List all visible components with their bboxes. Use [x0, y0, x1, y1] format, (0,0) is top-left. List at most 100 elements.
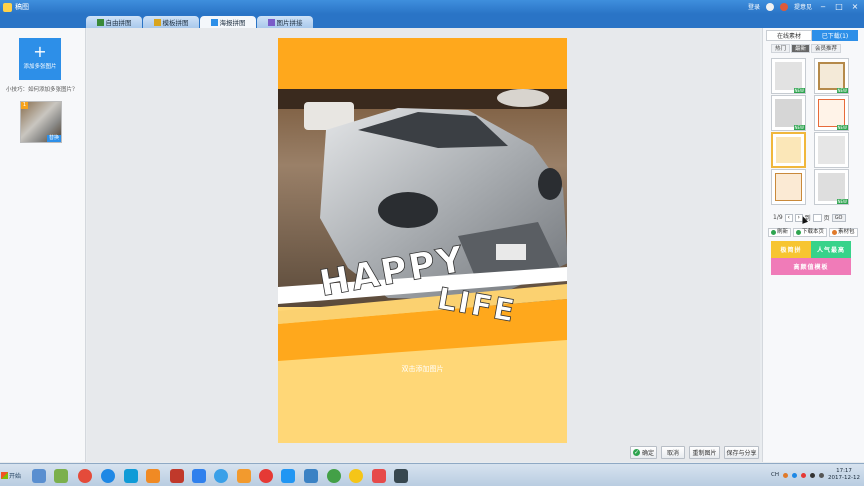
template-thumbnail[interactable]: NEW	[814, 58, 849, 94]
tab-label: 海报拼图	[219, 19, 246, 27]
volume-icon[interactable]	[819, 472, 825, 478]
window-title: 稿图	[15, 3, 29, 11]
download-page-label: 下载本页	[802, 229, 825, 235]
explorer-icon[interactable]	[32, 469, 46, 483]
template-thumbnail[interactable]	[814, 132, 849, 168]
template-thumbnail-selected[interactable]	[771, 132, 806, 168]
clock[interactable]: 17:17 2017-12-12	[828, 468, 860, 482]
windows-logo-icon	[1, 471, 8, 479]
subtab-newest[interactable]: 最新	[791, 44, 811, 53]
login-link[interactable]: 登录	[748, 2, 760, 11]
confirm-label: 确定	[641, 450, 654, 457]
tray-icon-4[interactable]	[810, 472, 816, 478]
refresh-button[interactable]: 刷新	[768, 228, 792, 237]
tab-label: 模板拼图	[162, 19, 189, 27]
tab-label: 自由拼图	[105, 19, 132, 27]
template-thumbnail[interactable]: NEW	[814, 169, 849, 205]
template-thumbnail[interactable]: NEW	[814, 95, 849, 131]
poster-canvas[interactable]: HAPPY LIFE 双击添加图片	[278, 38, 567, 443]
free-collage-icon	[96, 18, 104, 26]
template-thumbnail[interactable]: NEW	[771, 95, 806, 131]
page-number-input[interactable]	[812, 213, 822, 222]
subtab-member-picks[interactable]: 会员推荐	[811, 44, 842, 53]
new-tag: NEW	[793, 125, 805, 130]
confirm-button[interactable]: ✓ 确定	[630, 446, 657, 459]
template-thumbnail[interactable]	[771, 169, 806, 205]
cloud-icon[interactable]	[281, 469, 295, 483]
plus-icon: +	[33, 42, 47, 61]
template-thumbnail[interactable]: NEW	[771, 58, 806, 94]
tray-icon-2[interactable]	[792, 472, 798, 478]
material-subtabs: 热门 最新 会员推荐	[771, 44, 842, 53]
material-library-button[interactable]: 素材包	[829, 228, 858, 237]
download-page-button[interactable]: 下载本页	[793, 228, 828, 237]
prev-page-button[interactable]: ‹	[784, 213, 793, 222]
tab-poster-collage[interactable]: 海报拼图	[200, 16, 256, 28]
tab-free-collage[interactable]: 自由拼图	[86, 16, 142, 28]
start-button[interactable]: 开始	[1, 467, 23, 483]
tab-downloaded[interactable]: 已下载(1)	[812, 30, 858, 41]
tab-image-stitch[interactable]: 图片拼接	[257, 16, 313, 28]
page-suffix-label: 页	[823, 215, 830, 222]
tray-icon-1[interactable]	[783, 472, 789, 478]
add-images-button[interactable]: + 添加多张图片	[19, 38, 61, 80]
sogou-icon[interactable]	[101, 469, 115, 483]
maximize-icon[interactable]: □	[834, 2, 844, 11]
car-headlight-left	[378, 192, 438, 228]
add-images-label: 添加多张图片	[23, 64, 57, 70]
material-actions: 刷新 下载本页 素材包	[768, 228, 858, 237]
qq-browser-icon[interactable]	[214, 469, 228, 483]
cancel-button[interactable]: 取消	[661, 446, 685, 459]
mail-icon[interactable]	[304, 469, 318, 483]
tab-template-collage[interactable]: 模板拼图	[143, 16, 199, 28]
go-button[interactable]: GO	[831, 213, 846, 222]
tab-online-materials[interactable]: 在线素材	[766, 30, 812, 41]
close-icon[interactable]: ×	[850, 2, 860, 11]
cancel-label: 取消	[666, 450, 679, 457]
360-icon[interactable]	[327, 469, 341, 483]
background-car	[497, 89, 549, 107]
minimize-icon[interactable]: ‒	[818, 2, 828, 11]
reset-image-button[interactable]: 重制图片	[689, 446, 720, 459]
chrome-icon[interactable]	[78, 469, 92, 483]
folder-icon[interactable]	[54, 469, 68, 483]
title-bar: 稿图 登录 提意见 ‒ □ ×	[0, 0, 864, 14]
left-image-panel: + 添加多张图片 小技巧：如何添加多张图片？ 1 替换	[0, 28, 86, 462]
weibo-icon[interactable]	[237, 469, 251, 483]
netease-icon[interactable]	[259, 469, 273, 483]
save-share-label: 保存与分享	[726, 450, 757, 457]
library-label: 素材包	[838, 229, 855, 235]
category-minimal[interactable]: 极简拼	[771, 241, 811, 258]
app-icon-orange[interactable]	[146, 469, 160, 483]
category-popular[interactable]: 人气最高	[811, 241, 851, 258]
start-label: 开始	[9, 472, 22, 480]
category-high-looks[interactable]: 高颜值模板	[771, 258, 851, 275]
tray-icon-3[interactable]	[801, 472, 807, 478]
template-collage-icon	[153, 18, 161, 26]
browser-icon[interactable]	[124, 469, 138, 483]
clock-time: 17:17	[836, 468, 852, 474]
pagination: 1/9 ‹ › 到 页 GO	[773, 213, 846, 222]
replace-button[interactable]: 替换	[46, 135, 61, 142]
thumbnail-index: 1	[21, 102, 28, 109]
skin-icon[interactable]	[779, 2, 788, 11]
add-image-hint[interactable]: 双击添加图片	[278, 364, 567, 374]
check-icon: ✓	[632, 449, 640, 456]
qq-icon[interactable]	[349, 469, 363, 483]
subtab-hot[interactable]: 热门	[771, 44, 791, 53]
page-indicator: 1/9	[773, 214, 783, 221]
image-thumbnail[interactable]: 1 替换	[20, 101, 62, 143]
poster-collage-icon	[210, 18, 218, 26]
language-indicator[interactable]: CH	[771, 472, 779, 478]
feedback-link[interactable]: 提意见	[794, 2, 812, 11]
terminal-icon[interactable]	[394, 469, 408, 483]
app-icon-red[interactable]	[170, 469, 184, 483]
library-icon	[832, 230, 838, 235]
mode-tab-bar: 自由拼图 模板拼图 海报拼图 图片拼接	[0, 14, 864, 28]
canvas-area: HAPPY LIFE 双击添加图片	[87, 28, 760, 462]
user-avatar-icon[interactable]	[765, 2, 774, 11]
feather-icon[interactable]	[192, 469, 206, 483]
tip-link[interactable]: 小技巧：如何添加多张图片？	[6, 85, 78, 93]
collage-app-icon[interactable]	[372, 469, 386, 483]
save-share-button[interactable]: 保存与分享	[724, 446, 759, 459]
